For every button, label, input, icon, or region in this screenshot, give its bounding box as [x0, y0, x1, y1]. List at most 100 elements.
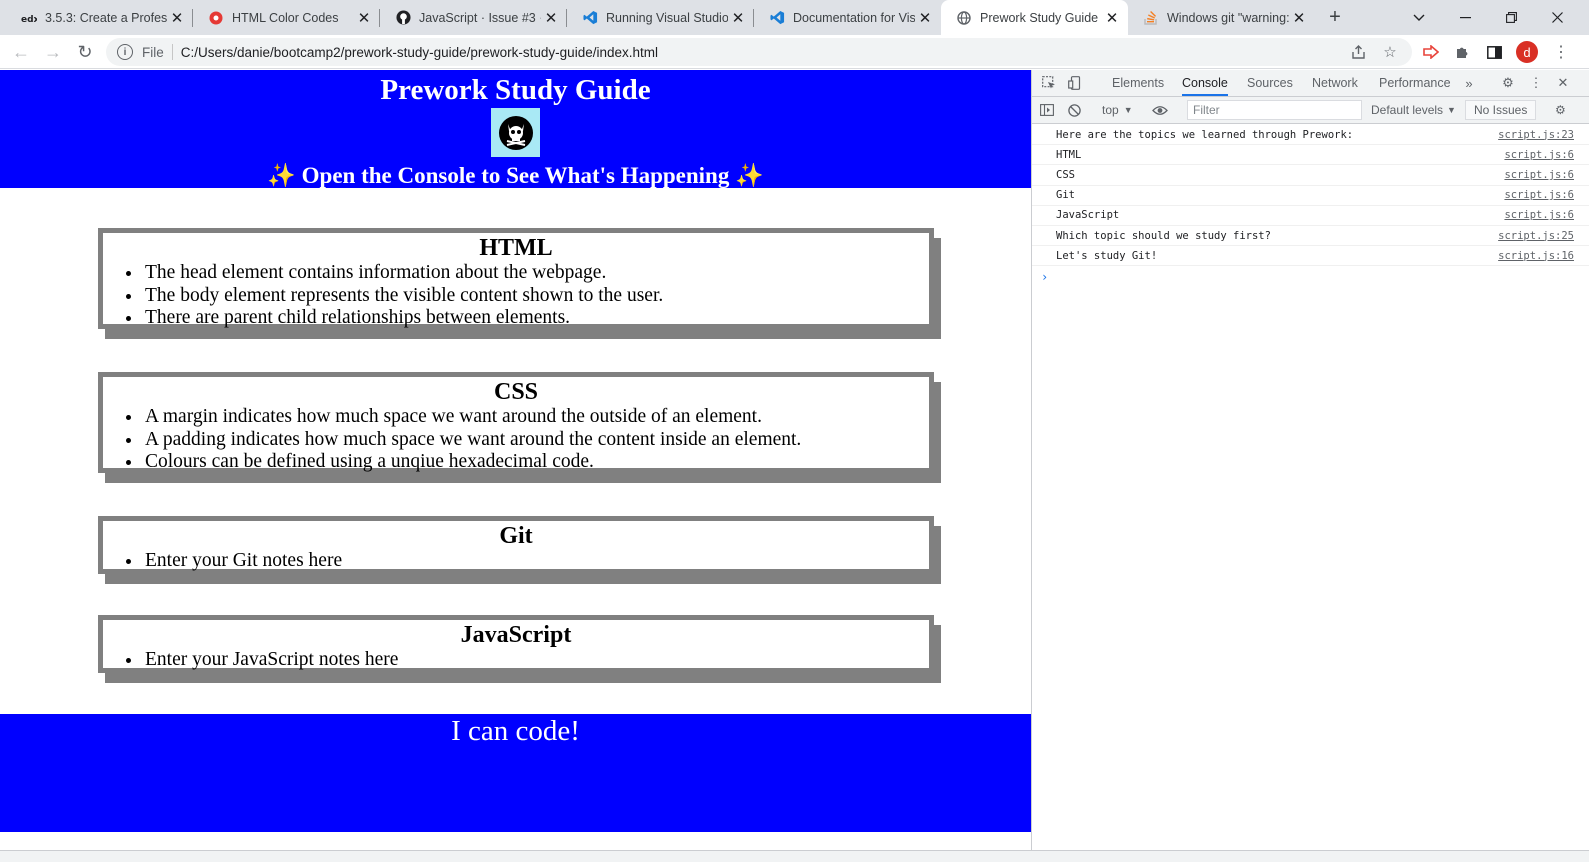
close-icon[interactable]: ✕: [728, 9, 748, 27]
section-git: Git Enter your Git notes here: [98, 516, 934, 574]
settings-gear-icon[interactable]: ⚙: [1497, 70, 1519, 96]
browser-menu-icon[interactable]: ⋮: [1548, 39, 1574, 65]
tab-prework-study-guide[interactable]: Prework Study Guide ✕: [941, 0, 1128, 35]
edx-icon: edx: [21, 10, 37, 26]
source-link[interactable]: script.js:6: [1504, 209, 1574, 221]
browser-toolbar: ← → ↻ i File C:/Users/danie/bootcamp2/pr…: [0, 35, 1589, 69]
vscode-icon: [769, 10, 785, 26]
live-expression-eye-icon[interactable]: [1152, 97, 1168, 123]
tab-html-color-codes[interactable]: HTML Color Codes ✕: [193, 0, 380, 35]
list-item: Enter your Git notes here: [143, 550, 929, 573]
sidebar-toggle-icon[interactable]: [1040, 97, 1054, 123]
issues-button[interactable]: No Issues: [1465, 100, 1537, 120]
section-heading: CSS: [493, 379, 539, 405]
console-filter-input[interactable]: Filter: [1187, 100, 1362, 120]
address-bar[interactable]: i File C:/Users/danie/bootcamp2/prework-…: [106, 38, 1412, 66]
bookmark-star-icon[interactable]: ☆: [1378, 38, 1402, 66]
tab-console[interactable]: Console: [1182, 70, 1228, 96]
list-item: A padding indicates how much space we wa…: [143, 429, 929, 452]
address-scheme: File: [142, 44, 164, 60]
tab-strip: edx 3.5.3: Create a Professio ✕ HTML Col…: [0, 0, 1589, 35]
extension-arrow-icon[interactable]: [1418, 39, 1444, 65]
new-tab-button[interactable]: +: [1322, 5, 1348, 29]
close-devtools-icon[interactable]: ✕: [1552, 70, 1574, 96]
devtools-menu-icon[interactable]: ⋮: [1525, 70, 1547, 96]
tab-search-chevron-icon[interactable]: [1396, 0, 1442, 35]
bottom-strip: [0, 850, 1589, 862]
close-icon[interactable]: ✕: [915, 9, 935, 27]
color-codes-icon: [208, 10, 224, 26]
context-select[interactable]: top ▼: [1102, 97, 1133, 123]
page-viewport: Prework Study Guide ✨ Open the Console t…: [0, 70, 1031, 850]
section-heading: JavaScript: [460, 622, 572, 648]
log-levels-select[interactable]: Default levels ▼: [1371, 97, 1456, 123]
source-link[interactable]: script.js:6: [1504, 169, 1574, 181]
source-link[interactable]: script.js:16: [1498, 250, 1574, 262]
close-icon[interactable]: ✕: [1289, 9, 1309, 27]
info-icon[interactable]: i: [117, 44, 133, 60]
source-link[interactable]: script.js:23: [1498, 129, 1574, 141]
close-icon[interactable]: ✕: [541, 9, 561, 27]
notes-list: Enter your JavaScript notes here: [143, 649, 929, 672]
list-item: Enter your JavaScript notes here: [143, 649, 929, 672]
minimize-button[interactable]: [1442, 0, 1488, 35]
dropdown-caret-icon: ▼: [1123, 105, 1133, 115]
console-message: JavaScript script.js:6: [1032, 206, 1589, 226]
source-link[interactable]: script.js:25: [1498, 230, 1574, 242]
section-heading: HTML: [479, 235, 553, 261]
site-header: Prework Study Guide ✨ Open the Console t…: [0, 70, 1031, 188]
section-javascript: JavaScript Enter your JavaScript notes h…: [98, 615, 934, 673]
tab-vscode-docs[interactable]: Documentation for Visu ✕: [754, 0, 941, 35]
console-message: Git script.js:6: [1032, 186, 1589, 206]
console-prompt[interactable]: ›: [1041, 270, 1589, 284]
restore-button[interactable]: [1488, 0, 1534, 35]
device-toolbar-icon[interactable]: [1064, 70, 1086, 96]
source-link[interactable]: script.js:6: [1504, 149, 1574, 161]
list-item: The body element represents the visible …: [143, 285, 929, 308]
share-icon[interactable]: [1346, 38, 1370, 66]
clear-console-icon[interactable]: [1068, 97, 1081, 123]
tab-elements[interactable]: Elements: [1112, 70, 1164, 96]
tab-performance[interactable]: Performance: [1379, 70, 1451, 96]
list-item: There are parent child relationships bet…: [143, 307, 929, 330]
page-title: Prework Study Guide: [380, 74, 651, 106]
section-heading: Git: [499, 523, 533, 549]
console-message: HTML script.js:6: [1032, 145, 1589, 166]
side-panel-icon[interactable]: [1481, 39, 1507, 65]
tab-sources[interactable]: Sources: [1247, 70, 1293, 96]
address-url[interactable]: C:/Users/danie/bootcamp2/prework-study-g…: [181, 45, 658, 60]
close-icon[interactable]: ✕: [1102, 9, 1122, 27]
close-icon[interactable]: ✕: [354, 9, 374, 27]
tab-windows-git-warning[interactable]: Windows git "warning: ✕: [1128, 0, 1315, 35]
back-arrow-icon[interactable]: ←: [8, 39, 34, 65]
tab-edx[interactable]: edx 3.5.3: Create a Professio ✕: [6, 0, 193, 35]
svg-text:edx: edx: [21, 15, 37, 23]
profile-avatar[interactable]: d: [1516, 41, 1538, 63]
devtools-tab-bar: Elements Console Sources Network Perform…: [1032, 70, 1589, 97]
site-footer: I can code!: [0, 714, 1031, 832]
list-item: The head element contains information ab…: [143, 262, 929, 285]
console-output: Here are the topics we learned through P…: [1032, 125, 1589, 284]
section-html: HTML The head element contains informati…: [98, 228, 934, 329]
skull-logo-icon: [491, 108, 540, 157]
forward-arrow-icon[interactable]: →: [40, 39, 66, 65]
source-link[interactable]: script.js:6: [1504, 189, 1574, 201]
tab-github-issue[interactable]: JavaScript · Issue #3 · 4 ✕: [380, 0, 567, 35]
console-settings-gear-icon[interactable]: ⚙: [1555, 97, 1566, 123]
tab-running-vscode[interactable]: Running Visual Studio C ✕: [567, 0, 754, 35]
more-tabs-chevron-icon[interactable]: »: [1458, 70, 1480, 96]
stackoverflow-icon: [1143, 10, 1159, 26]
console-message: Here are the topics we learned through P…: [1032, 125, 1589, 146]
github-icon: [395, 10, 411, 26]
close-window-button[interactable]: [1534, 0, 1580, 35]
tab-network[interactable]: Network: [1312, 70, 1358, 96]
reload-icon[interactable]: ↻: [72, 39, 98, 65]
close-icon[interactable]: ✕: [167, 9, 187, 27]
console-message: CSS script.js:6: [1032, 165, 1589, 186]
page-subtitle: ✨ Open the Console to See What's Happeni…: [267, 163, 764, 188]
footer-text: I can code!: [451, 715, 580, 747]
extensions-puzzle-icon[interactable]: [1450, 39, 1476, 65]
section-css: CSS A margin indicates how much space we…: [98, 372, 934, 473]
inspect-element-icon[interactable]: [1038, 70, 1060, 96]
globe-icon: [956, 10, 972, 26]
